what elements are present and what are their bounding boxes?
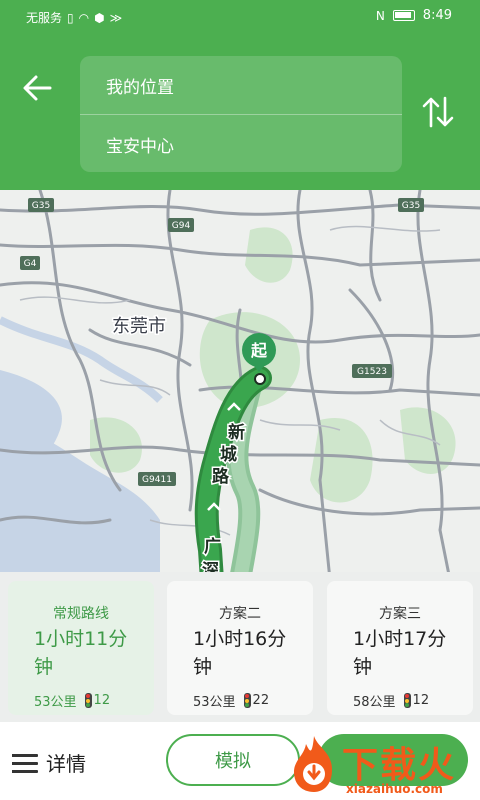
watermark: 下载火 xiazaihuo.com [282,728,478,800]
status-time: 8:49 [422,8,452,23]
traffic-light-icon [243,693,251,708]
plan-card-3[interactable]: 方案三 1小时17分钟 58公里 12 [327,581,473,715]
traffic-light-count: 12 [84,693,111,708]
plan-time: 1小时16分钟 [193,628,287,678]
highway-label: G94 [172,221,191,231]
simulate-label: 模拟 [215,751,251,772]
traffic-light-icon [403,693,411,708]
plan-lights: 12 [412,693,430,708]
plan-card-2[interactable]: 方案二 1小时16分钟 53公里 22 [167,581,313,715]
highway-label: G1523 [357,367,387,377]
plan-footer: 58公里 12 [353,691,429,710]
highway-label: G35 [402,201,420,211]
details-label: 详情 [46,752,86,776]
flame-logo-icon [294,736,332,792]
back-button[interactable] [18,68,58,108]
route-header: 我的位置 宝安中心 [0,34,480,190]
road-name-char: 新 [228,422,245,443]
status-right: N 8:49 [376,8,452,23]
plan-distance: 58公里 [353,695,396,710]
destination-field[interactable]: 宝安中心 [80,115,402,173]
plan-footer: 53公里 22 [193,691,269,710]
map-canvas: G35 G94 G4 G35 G1523 G9411 东莞市 新 城 路 广 深 [0,190,480,580]
traffic-light-count: 22 [243,693,270,708]
watermark-sub: xiazaihuo.com [346,782,443,796]
arrow-left-icon [23,75,52,101]
road-name-char: 路 [212,466,230,487]
plan-time: 1小时11分钟 [34,628,128,678]
road-name-char: 广 [204,536,221,557]
status-left: 无服务 ▯ ◠ ⬢ ≫ [26,9,122,26]
shield-icon: ⬢ [94,10,105,25]
plan-label: 方案三 [379,606,421,622]
traffic-light-count: 12 [403,693,430,708]
swap-icon [422,96,454,128]
traffic-light-icon [84,693,92,708]
plan-card-1[interactable]: 常规路线 1小时11分钟 53公里 12 [8,581,154,715]
plan-label: 方案二 [219,606,261,622]
road-name-char: 城 [220,445,237,465]
nfc-icon: N [375,8,385,23]
details-button[interactable]: 详情 [12,748,86,777]
plan-lights: 22 [252,693,270,708]
swap-button[interactable] [418,92,458,132]
plan-distance: 53公里 [193,695,236,710]
plan-label: 常规路线 [53,606,109,622]
list-icon [12,753,38,773]
plan-time: 1小时17分钟 [353,628,447,678]
battery-icon [392,10,415,21]
route-map[interactable]: G35 G94 G4 G35 G1523 G9411 东莞市 新 城 路 广 深 [0,190,480,580]
destination-text: 宝安中心 [106,136,174,157]
origin-text: 我的位置 [106,77,174,98]
route-plans-panel: 常规路线 1小时11分钟 53公里 12 方案二 1小时16分钟 53公里 22… [0,572,480,722]
wifi-icon: ◠ [78,10,90,25]
highway-label: G35 [32,201,50,211]
origin-field[interactable]: 我的位置 [80,56,402,114]
watermark-text: 下载火 [342,745,457,786]
carrier-text: 无服务 [26,11,63,25]
highway-label: G9411 [142,475,172,485]
status-bar: 无服务 ▯ ◠ ⬢ ≫ N 8:49 [0,0,480,34]
plan-distance: 53公里 [34,695,77,710]
highway-label: G4 [24,259,37,269]
city-label: 东莞市 [112,316,166,337]
simulate-button[interactable]: 模拟 [166,734,300,786]
plan-footer: 53公里 12 [34,691,110,710]
route-input-box: 我的位置 宝安中心 [80,56,402,172]
sim-icon: ▯ [67,10,74,25]
data-icon: ≫ [109,10,123,25]
start-marker-label: 起 [250,341,268,360]
plan-lights: 12 [93,693,111,708]
